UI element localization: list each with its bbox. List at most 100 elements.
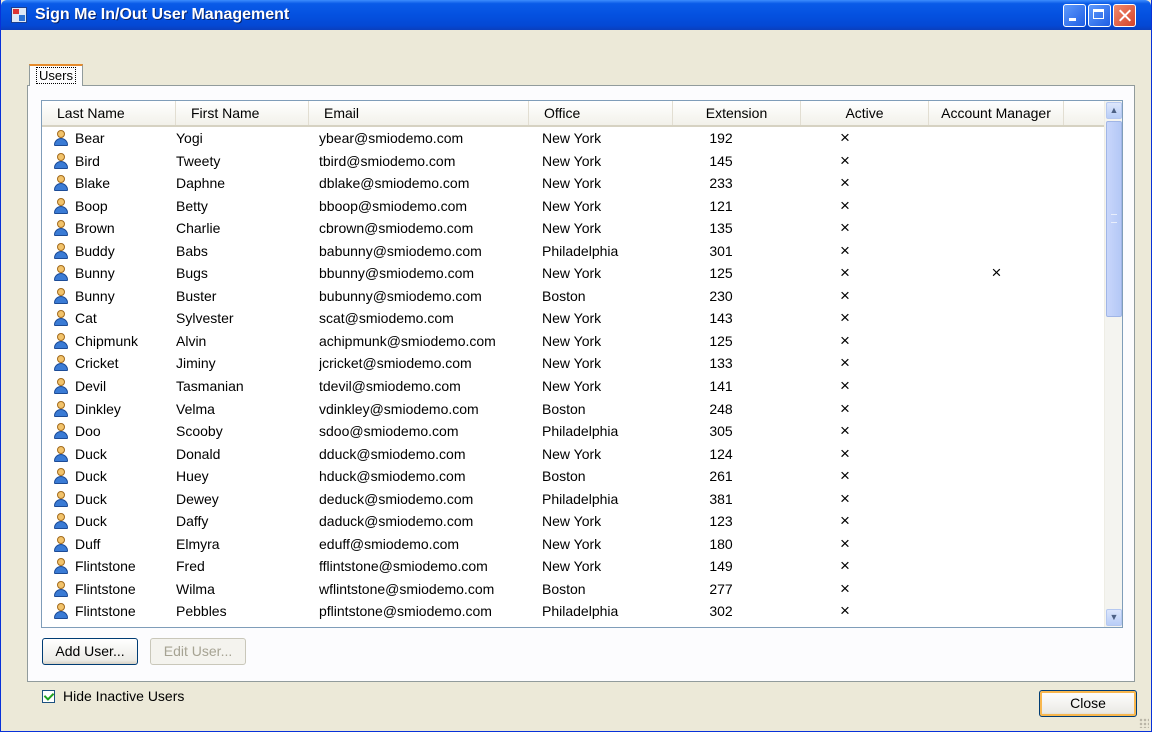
- table-row[interactable]: Bear Yogi ybear@smiodemo.com New York 192 ×: [42, 127, 1104, 150]
- table-row[interactable]: Bunny Buster bubunny@smiodemo.com Boston 230…: [42, 285, 1104, 308]
- user-icon: [53, 513, 69, 530]
- active-mark: ×: [840, 511, 850, 531]
- hide-inactive-label[interactable]: Hide Inactive Users: [63, 688, 184, 704]
- email-cell: dblake@smiodemo.com: [319, 175, 470, 192]
- resize-grip[interactable]: [1139, 718, 1149, 728]
- active-mark: ×: [840, 578, 850, 598]
- office-cell: Boston: [542, 287, 586, 304]
- active-mark: ×: [840, 533, 850, 553]
- column-header-extension[interactable]: Extension: [673, 101, 801, 125]
- active-mark: ×: [840, 421, 850, 441]
- table-row[interactable]: Cat Sylvester scat@smiodemo.com New York 143…: [42, 307, 1104, 330]
- email-cell: bubunny@smiodemo.com: [319, 287, 482, 304]
- maximize-button[interactable]: [1088, 4, 1111, 27]
- column-header-last-name[interactable]: Last Name: [42, 101, 176, 125]
- table-row[interactable]: Blake Daphne dblake@smiodemo.com New York 23…: [42, 172, 1104, 195]
- office-cell: New York: [542, 197, 602, 214]
- column-header-office[interactable]: Office: [529, 101, 673, 125]
- user-icon: [53, 197, 69, 214]
- table-row[interactable]: Brown Charlie cbrown@smiodemo.com New York 1…: [42, 217, 1104, 240]
- active-mark: ×: [840, 556, 850, 576]
- extension-cell: 233: [709, 175, 733, 192]
- table-row[interactable]: Buddy Babs babunny@smiodemo.com Philadelphi…: [42, 240, 1104, 263]
- email-cell: pflintstone@smiodemo.com: [319, 603, 492, 620]
- table-row[interactable]: Boop Betty bboop@smiodemo.com New York 121 ×: [42, 195, 1104, 218]
- title-bar[interactable]: Sign Me In/Out User Management: [1, 0, 1151, 30]
- email-cell: bbunny@smiodemo.com: [319, 265, 475, 282]
- active-mark: ×: [840, 330, 850, 350]
- email-cell: jcricket@smiodemo.com: [319, 355, 472, 372]
- extension-cell: 149: [709, 558, 733, 575]
- table-row[interactable]: Chipmunk Alvin achipmunk@smiodemo.com New Y…: [42, 330, 1104, 353]
- first-name-cell: Daffy: [176, 513, 209, 530]
- column-header-account-manager[interactable]: Account Manager: [929, 101, 1064, 125]
- first-name-cell: Fred: [176, 558, 205, 575]
- column-header-first-name[interactable]: First Name: [176, 101, 309, 125]
- user-icon: [53, 490, 69, 507]
- extension-cell: 143: [709, 310, 733, 327]
- account-manager-mark: [929, 352, 1064, 374]
- account-manager-mark: [929, 195, 1064, 217]
- table-row[interactable]: Doo Scooby sdoo@smiodemo.com Philadelphia 30…: [42, 420, 1104, 443]
- table-row[interactable]: Duck Dewey deduck@smiodemo.com Philadelphia…: [42, 488, 1104, 511]
- table-row[interactable]: Devil Tasmanian tdevil@smiodemo.com New Yor…: [42, 375, 1104, 398]
- account-manager-mark: ×: [991, 263, 1002, 283]
- scroll-down-button[interactable]: ▼: [1106, 609, 1122, 626]
- edit-user-button[interactable]: Edit User...: [150, 638, 246, 665]
- account-manager-mark: [929, 533, 1064, 555]
- last-name-cell: Duck: [75, 490, 107, 507]
- active-mark: ×: [840, 218, 850, 238]
- office-cell: New York: [542, 332, 602, 349]
- last-name-cell: Bunny: [75, 265, 115, 282]
- user-icon: [53, 152, 69, 169]
- close-window-button[interactable]: [1113, 4, 1136, 27]
- table-row[interactable]: Duck Daffy daduck@smiodemo.com New York 123 ×: [42, 510, 1104, 533]
- table-row[interactable]: Dinkley Velma vdinkley@smiodemo.com Boston 2…: [42, 398, 1104, 421]
- active-mark: ×: [840, 195, 850, 215]
- table-row[interactable]: Duff Elmyra eduff@smiodemo.com New York 180 ×: [42, 533, 1104, 556]
- scroll-up-button[interactable]: ▲: [1106, 102, 1122, 119]
- extension-cell: 180: [709, 535, 733, 552]
- user-icon: [53, 558, 69, 575]
- account-manager-mark: [929, 217, 1064, 239]
- email-cell: vdinkley@smiodemo.com: [319, 400, 479, 417]
- table-row[interactable]: Bird Tweety tbird@smiodemo.com New York 145 ×: [42, 150, 1104, 173]
- user-icon: [53, 265, 69, 282]
- minimize-button[interactable]: [1063, 4, 1086, 27]
- column-header-active[interactable]: Active: [801, 101, 929, 125]
- table-row[interactable]: Flintstone Pebbles pflintstone@smiodemo.co…: [42, 600, 1104, 623]
- app-window: Sign Me In/Out User Management Users Las…: [0, 0, 1152, 732]
- table-row[interactable]: Cricket Jiminy jcricket@smiodemo.com New Yo…: [42, 352, 1104, 375]
- user-icon: [53, 535, 69, 552]
- active-mark: ×: [840, 128, 850, 147]
- tab-users[interactable]: Users: [29, 64, 83, 86]
- email-cell: sdoo@smiodemo.com: [319, 423, 459, 440]
- active-mark: ×: [840, 398, 850, 418]
- app-icon[interactable]: [11, 7, 27, 23]
- user-icon: [53, 445, 69, 462]
- last-name-cell: Bear: [75, 130, 105, 146]
- table-row[interactable]: Flintstone Wilma wflintstone@smiodemo.com B…: [42, 578, 1104, 601]
- office-cell: New York: [542, 310, 602, 327]
- table-row[interactable]: Bunny Bugs bbunny@smiodemo.com New York 125 ×…: [42, 262, 1104, 285]
- vertical-scrollbar[interactable]: ▲ ▼: [1104, 101, 1122, 627]
- office-cell: New York: [542, 130, 602, 146]
- users-list[interactable]: Last Name First Name Email Office Extens…: [41, 100, 1123, 628]
- user-icon: [53, 378, 69, 395]
- extension-cell: 121: [709, 197, 733, 214]
- table-row[interactable]: Duck Huey hduck@smiodemo.com Boston 261 ×: [42, 465, 1104, 488]
- extension-cell: 192: [709, 130, 733, 146]
- user-icon: [53, 287, 69, 304]
- extension-cell: 230: [709, 287, 733, 304]
- account-manager-mark: [929, 578, 1064, 600]
- first-name-cell: Yogi: [176, 130, 203, 146]
- table-row[interactable]: Duck Donald dduck@smiodemo.com New York 124 ×: [42, 443, 1104, 466]
- first-name-cell: Babs: [176, 242, 208, 259]
- add-user-button[interactable]: Add User...: [42, 638, 138, 665]
- scroll-thumb[interactable]: [1106, 121, 1122, 317]
- column-header-email[interactable]: Email: [309, 101, 529, 125]
- table-row[interactable]: Flintstone Fred fflintstone@smiodemo.com Ne…: [42, 555, 1104, 578]
- hide-inactive-checkbox[interactable]: [42, 690, 55, 703]
- extension-cell: 133: [709, 355, 733, 372]
- close-button[interactable]: Close: [1039, 690, 1137, 717]
